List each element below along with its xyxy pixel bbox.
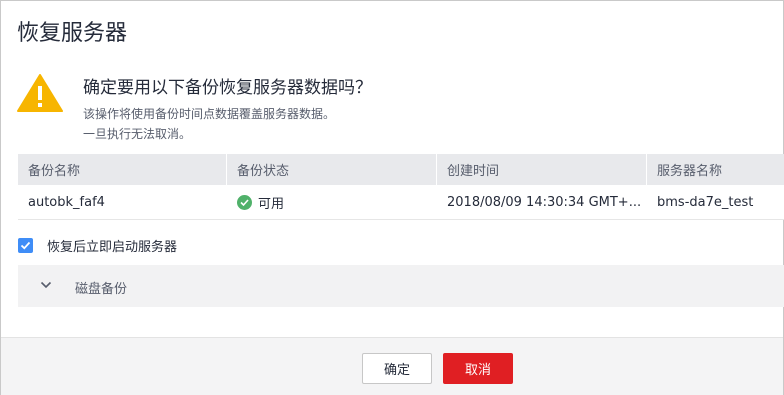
confirm-question: 确定要用以下备份恢复服务器数据吗？ (83, 78, 372, 98)
status-text: 可用 (258, 196, 285, 212)
start-after-restore-checkbox[interactable] (18, 238, 33, 253)
header-created-time: 创建时间 (437, 154, 647, 185)
header-backup-status: 备份状态 (227, 154, 437, 185)
backup-table: 备份名称 备份状态 创建时间 服务器名称 autobk_faf4 可用 2018… (18, 154, 784, 220)
cell-created-time: 2018/08/09 14:30:34 GMT+... (447, 194, 642, 210)
header-server-name: 服务器名称 (657, 164, 723, 179)
table-row: autobk_faf4 可用 2018/08/09 14:30:34 GMT+.… (18, 185, 784, 220)
header-backup-name: 备份名称 (18, 154, 227, 185)
dialog-title: 恢复服务器 (17, 21, 128, 46)
chevron-down-icon (40, 281, 52, 289)
cell-backup-status: 可用 (227, 185, 437, 219)
start-after-restore-label[interactable]: 恢复后立即启动服务器 (47, 236, 177, 255)
description-line-1: 该操作将使用备份时间点数据覆盖服务器数据。 (83, 107, 336, 121)
check-circle-icon (237, 194, 252, 210)
confirm-button[interactable]: 确定 (362, 353, 432, 384)
cell-server-name: bms-da7e_test (657, 194, 754, 210)
table-header: 备份名称 备份状态 创建时间 服务器名称 (18, 154, 784, 185)
warning-triangle-icon (17, 74, 63, 112)
cancel-button[interactable]: 取消 (443, 353, 513, 384)
disk-backup-collapse[interactable]: 磁盘备份 (18, 265, 784, 307)
check-icon (20, 241, 31, 250)
cell-backup-name: autobk_faf4 (28, 194, 105, 210)
dialog-footer: 确定 取消 (1, 337, 783, 395)
disk-backup-label: 磁盘备份 (75, 282, 128, 297)
restore-server-dialog: 恢复服务器 确定要用以下备份恢复服务器数据吗？ 该操作将使用备份时间点数据覆盖服… (0, 0, 784, 395)
description-line-2: 一旦执行无法取消。 (83, 127, 192, 141)
